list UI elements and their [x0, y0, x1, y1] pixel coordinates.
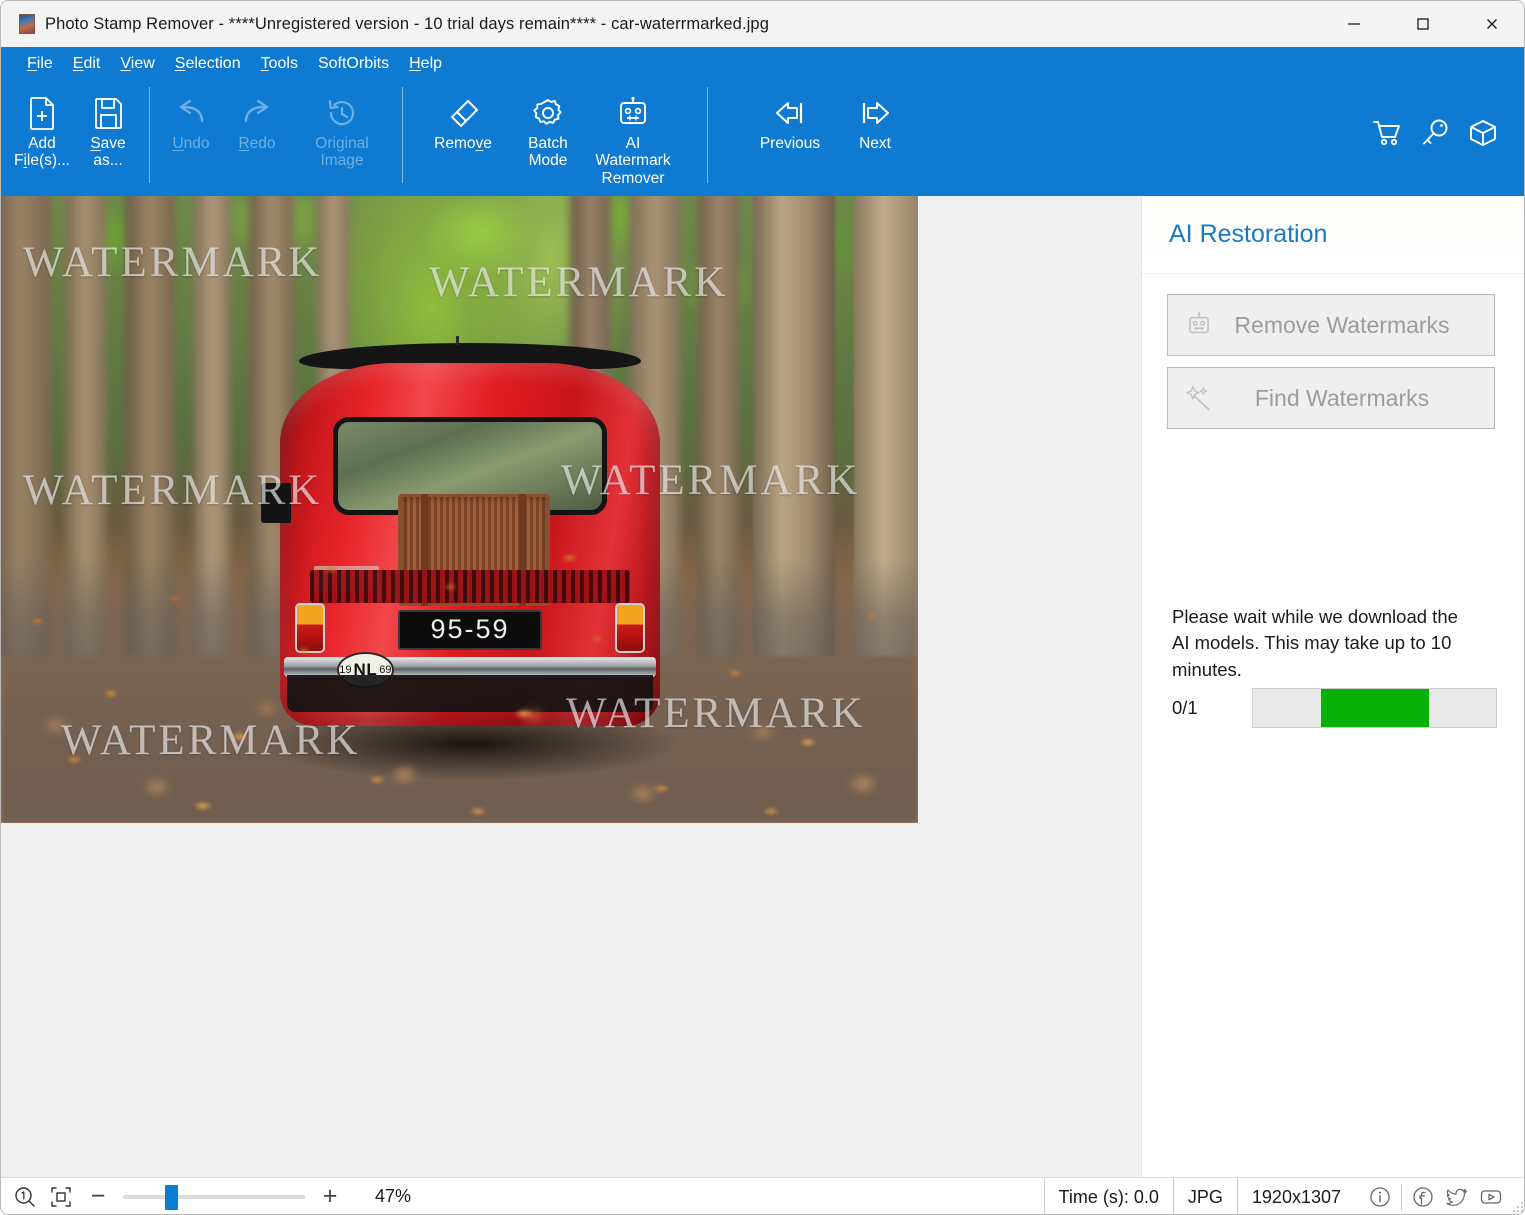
- close-button[interactable]: [1457, 1, 1524, 47]
- youtube-icon[interactable]: [1474, 1178, 1508, 1214]
- maximize-button[interactable]: [1388, 1, 1457, 47]
- status-bar-right: Time (s): 0.0 JPG 1920x1307: [1043, 1178, 1524, 1214]
- status-bar-divider: [1401, 1184, 1402, 1210]
- redo-button[interactable]: Redo: [224, 81, 290, 181]
- facebook-icon[interactable]: [1406, 1178, 1440, 1214]
- remove-button[interactable]: Remove: [411, 81, 515, 181]
- window-title: Photo Stamp Remover - ****Unregistered v…: [45, 14, 769, 33]
- time-label: Time (s): 0.0: [1043, 1178, 1173, 1214]
- dimensions-label: 1920x1307: [1236, 1178, 1363, 1214]
- batch-mode-button[interactable]: Batch Mode: [515, 81, 581, 181]
- batch-mode-label-2: Mode: [528, 152, 568, 170]
- resize-grip[interactable]: [1508, 1178, 1524, 1214]
- eraser-icon: [446, 93, 480, 133]
- save-as-button[interactable]: Save as...: [75, 81, 141, 181]
- info-icon[interactable]: [1363, 1178, 1397, 1214]
- download-progress-row: 0/1: [1172, 688, 1510, 728]
- cart-icon[interactable]: [1370, 117, 1404, 154]
- add-files-label-1: Add: [28, 135, 56, 152]
- ai-watermark-label-1: AI: [625, 135, 641, 152]
- original-image-label-1: Original: [315, 135, 369, 152]
- zoom-level-label: 47%: [375, 1186, 412, 1206]
- progress-count-label: 0/1: [1172, 697, 1198, 718]
- menu-item-softorbits[interactable]: SoftOrbits: [308, 53, 399, 75]
- previous-button[interactable]: Previous: [738, 81, 842, 181]
- application-window: Photo Stamp Remover - ****Unregistered v…: [0, 0, 1525, 1215]
- previous-label: Previous: [759, 135, 821, 152]
- find-watermarks-label: Find Watermarks: [1254, 384, 1430, 411]
- magic-wand-icon: [1168, 384, 1230, 412]
- format-label: JPG: [1172, 1178, 1237, 1214]
- save-icon: [92, 93, 124, 133]
- zoom-out-button[interactable]: −: [81, 1182, 115, 1210]
- menu-item-help[interactable]: Help: [399, 53, 452, 75]
- panel-title: AI Restoration: [1169, 220, 1328, 248]
- history-clock-icon: [325, 93, 359, 133]
- ai-restoration-panel: AI Restoration Remove Watermarks Find Wa…: [1141, 196, 1524, 1177]
- photo-preview[interactable]: 95-59 19 NL 69 WATERMARK WATERMARK WATER…: [1, 196, 918, 823]
- key-icon[interactable]: [1418, 117, 1452, 154]
- title-bar: Photo Stamp Remover - ****Unregistered v…: [1, 1, 1524, 47]
- fit-to-window-icon[interactable]: [49, 1185, 73, 1209]
- zoom-in-button[interactable]: +: [313, 1182, 347, 1210]
- undo-icon: [174, 93, 208, 133]
- toolbar: Add File(s)... Save as... Undo Redo Orig…: [1, 81, 1524, 196]
- progress-bar-fill: [1319, 689, 1430, 727]
- menu-item-file[interactable]: File: [17, 53, 63, 75]
- menu-item-view[interactable]: View: [110, 53, 164, 75]
- image-canvas-area[interactable]: 95-59 19 NL 69 WATERMARK WATERMARK WATER…: [1, 196, 1141, 1177]
- original-image-label-2: Image: [320, 152, 364, 170]
- gear-icon: [531, 93, 565, 133]
- original-image-button[interactable]: Original Image: [290, 81, 394, 181]
- menu-item-tools[interactable]: Tools: [251, 53, 308, 75]
- toolbar-separator-2: [402, 87, 403, 183]
- ai-watermark-remover-button[interactable]: AI Watermark Remover: [581, 81, 685, 187]
- remove-watermarks-button[interactable]: Remove Watermarks: [1167, 294, 1495, 356]
- next-arrow-icon: [856, 93, 894, 133]
- download-wait-message: Please wait while we download the AI mod…: [1172, 606, 1458, 680]
- box-icon[interactable]: [1466, 117, 1500, 154]
- menu-item-selection[interactable]: Selection: [165, 53, 251, 75]
- robot-icon: [617, 93, 649, 133]
- ai-watermark-label-3: Remover: [601, 169, 665, 187]
- find-watermarks-button[interactable]: Find Watermarks: [1167, 367, 1495, 429]
- window-controls: [1319, 1, 1524, 47]
- twitter-icon[interactable]: [1440, 1178, 1474, 1214]
- toolbar-separator-3: [707, 87, 708, 183]
- next-button[interactable]: Next: [842, 81, 908, 181]
- toolbar-separator-1: [149, 87, 150, 183]
- zoom-actual-size-icon[interactable]: [13, 1185, 37, 1209]
- remove-watermarks-label: Remove Watermarks: [1234, 311, 1450, 338]
- menu-item-edit[interactable]: Edit: [63, 53, 111, 75]
- redo-icon: [240, 93, 274, 133]
- menu-bar: File Edit View Selection Tools SoftOrbit…: [1, 47, 1524, 81]
- ai-watermark-label-2: Watermark: [595, 152, 671, 170]
- app-icon: [19, 14, 35, 34]
- zoom-slider[interactable]: [123, 1184, 305, 1210]
- undo-button[interactable]: Undo: [158, 81, 224, 181]
- toolbar-right-icons: [1370, 117, 1500, 154]
- status-bar: − + 47% Time (s): 0.0 JPG 1920x1307: [1, 1177, 1524, 1214]
- add-files-button[interactable]: Add File(s)...: [9, 81, 75, 181]
- zoom-slider-thumb[interactable]: [164, 1184, 178, 1210]
- next-label: Next: [859, 135, 891, 152]
- minimize-button[interactable]: [1319, 1, 1388, 47]
- panel-header: AI Restoration: [1142, 196, 1524, 274]
- robot-icon: [1168, 311, 1230, 339]
- download-progress-bar: [1252, 688, 1497, 728]
- zoom-slider-track: [123, 1194, 305, 1199]
- batch-mode-label-1: Batch: [528, 135, 568, 152]
- add-file-icon: [26, 93, 58, 133]
- previous-arrow-icon: [771, 93, 809, 133]
- photo-leaves-near: [1, 659, 918, 823]
